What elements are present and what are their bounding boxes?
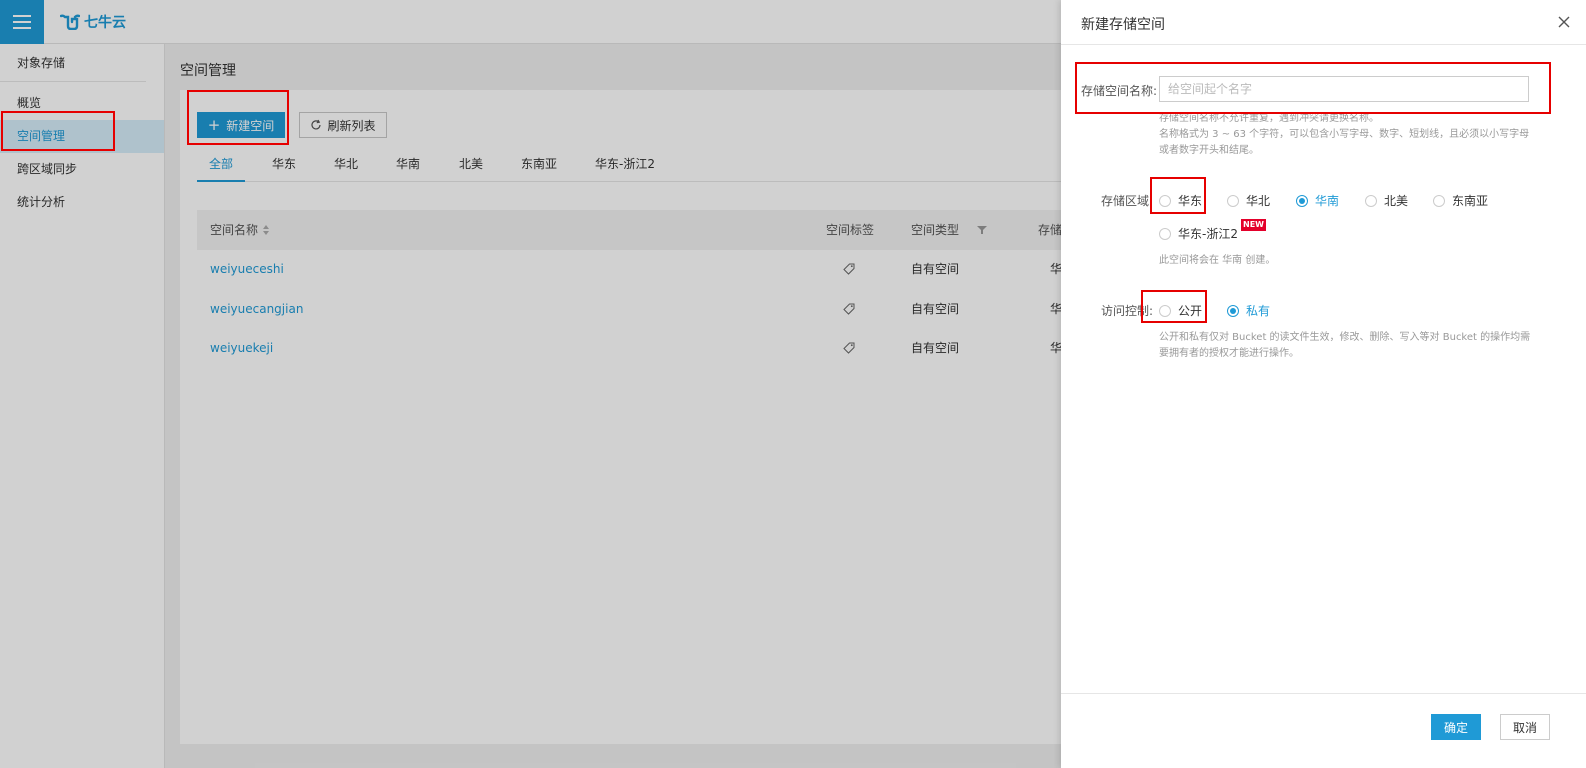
access-help: 公开和私有仅对 Bucket 的读文件生效，修改、删除、写入等对 Bucket … [1159, 332, 1531, 359]
radio-circle [1227, 194, 1239, 207]
region-radio-south-china[interactable]: 华南 [1296, 192, 1339, 209]
new-bucket-drawer: 新建存储空间 存储空间名称: 存储空间名称不允许重复，遇到冲突请更换名称。 名称… [1061, 0, 1586, 768]
drawer-footer: 确定 取消 [1061, 693, 1586, 768]
region-radio-north-china[interactable]: 华北 [1227, 192, 1270, 209]
confirm-button[interactable]: 确定 [1431, 714, 1481, 740]
radio-circle [1159, 194, 1171, 207]
cancel-button[interactable]: 取消 [1500, 714, 1550, 740]
access-radio-public[interactable]: 公开 [1159, 302, 1202, 319]
radio-circle [1159, 304, 1171, 317]
drawer-header: 新建存储空间 [1061, 0, 1586, 45]
storage-region-label: 存储区域 [1101, 194, 1150, 208]
bucket-name-help: 存储空间名称不允许重复，遇到冲突请更换名称。 名称格式为 3 ~ 63 个字符，… [1159, 113, 1530, 156]
bucket-name-label: 存储空间名称: [1081, 84, 1158, 98]
drawer-title: 新建存储空间 [1081, 17, 1165, 33]
radio-circle [1433, 194, 1445, 207]
new-badge: NEW [1241, 219, 1266, 231]
radio-circle [1296, 194, 1308, 207]
access-control-label: 访问控制: [1101, 304, 1154, 318]
bucket-name-input[interactable] [1159, 76, 1529, 102]
access-radio-private[interactable]: 私有 [1227, 302, 1270, 319]
radio-circle [1365, 194, 1377, 207]
region-help: 此空间将会在 华南 创建。 [1159, 255, 1276, 266]
radio-circle [1159, 227, 1171, 240]
close-icon[interactable] [1556, 14, 1572, 30]
region-radio-southeast-asia[interactable]: 东南亚 [1433, 192, 1488, 209]
region-radio-north-america[interactable]: 北美 [1365, 192, 1408, 209]
region-radio-east-china-zhejiang2[interactable]: 华东-浙江2 [1159, 225, 1238, 242]
radio-circle [1227, 304, 1239, 317]
region-radio-east-china[interactable]: 华东 [1159, 192, 1202, 209]
